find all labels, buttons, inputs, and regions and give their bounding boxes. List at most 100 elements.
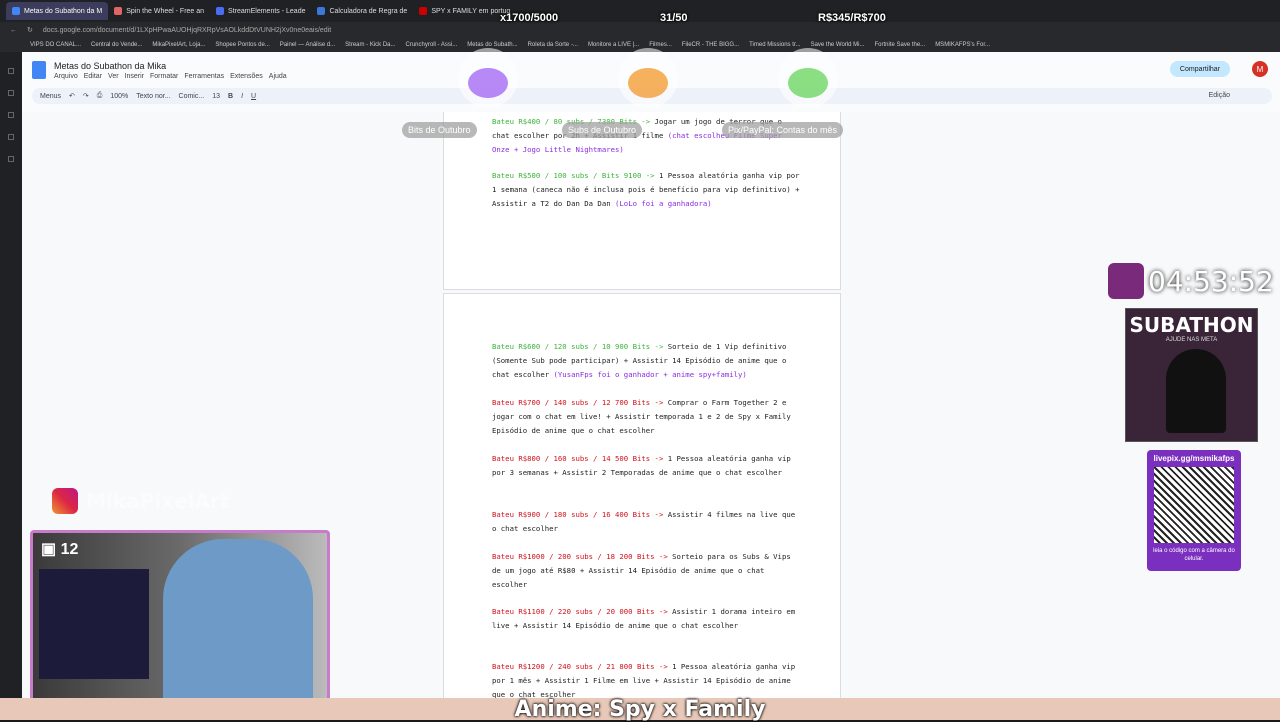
paw-progress-icon xyxy=(458,48,518,108)
doc-title[interactable]: Metas do Subathon da Mika xyxy=(54,61,287,71)
bookmark-item[interactable]: Stream - Kick Da... xyxy=(345,42,395,48)
goal-counter-value: x1700/5000 xyxy=(500,12,559,24)
menu-item[interactable]: Inserir xyxy=(125,73,144,80)
caption-bar: Anime: Spy x Family xyxy=(0,696,1280,722)
browser-tab[interactable]: Spin the Wheel - Free an xyxy=(108,2,210,20)
tab-label: SPY x FAMILY em portug xyxy=(431,7,511,15)
redo-icon[interactable]: ↷ xyxy=(83,92,89,100)
tab-favicon-icon xyxy=(419,7,428,15)
underline-button[interactable]: U xyxy=(251,93,256,100)
bookmark-item[interactable]: Timed Missions tr... xyxy=(749,42,800,48)
subathon-subtitle: AJUDE NAS META xyxy=(1165,337,1218,343)
paw-progress-icon xyxy=(618,48,678,108)
goal-paragraph: Bateu R$1200 / 240 subs / 21 800 Bits ->… xyxy=(492,660,802,698)
viewer-count-text: 12 xyxy=(60,541,79,558)
menu-item[interactable]: Editar xyxy=(84,73,102,80)
menu-item[interactable]: Arquivo xyxy=(54,73,78,80)
instagram-handle: MikaPixelArt xyxy=(52,488,229,514)
italic-button[interactable]: I xyxy=(241,93,243,100)
goal-counter-value: R$345/R$700 xyxy=(818,12,886,24)
bookmark-item[interactable]: Shopee Pontos de... xyxy=(215,42,269,48)
menu-item[interactable]: Ajuda xyxy=(269,73,287,80)
avatar[interactable]: M xyxy=(1252,61,1268,77)
bookmark-item[interactable]: Fortnite Save the... xyxy=(874,42,925,48)
sidebar-icon[interactable] xyxy=(8,134,14,140)
editing-mode-select[interactable]: Edição xyxy=(1209,92,1230,99)
instagram-icon xyxy=(52,488,78,514)
bookmark-item[interactable]: Crunchyroll - Assi... xyxy=(406,42,458,48)
bookmark-item[interactable]: MikaPixelArt, Loja... xyxy=(152,42,205,48)
goal-heading: Bateu R$1000 / 200 subs / 18 200 Bits -> xyxy=(492,552,668,561)
menu-item[interactable]: Ferramentas xyxy=(184,73,224,80)
font-select[interactable]: Comic... xyxy=(179,93,205,100)
goal-paragraph: Bateu R$600 / 120 subs / 10 900 Bits -> … xyxy=(492,340,802,382)
reload-icon[interactable]: ↻ xyxy=(27,26,33,34)
goal-heading: Bateu R$900 / 180 subs / 16 400 Bits -> xyxy=(492,510,664,519)
qr-url: livepix.gg/msmikafps xyxy=(1153,454,1235,463)
zoom-select[interactable]: 100% xyxy=(110,93,128,100)
qr-instructions: leia o código com a câmera do celular. xyxy=(1153,548,1235,562)
bookmark-item[interactable]: MSMIKAFPS's For... xyxy=(935,42,990,48)
bookmark-item[interactable]: Painel — Análise d... xyxy=(280,42,335,48)
goal-paragraph: Bateu R$1000 / 200 subs / 18 200 Bits ->… xyxy=(492,550,802,592)
address-bar[interactable]: ← ↻ docs.google.com/document/d/1LXpHPwaA… xyxy=(0,22,1280,38)
url-text[interactable]: docs.google.com/document/d/1LXpHPwaAUOHj… xyxy=(43,27,331,34)
bookmark-item[interactable]: Save the World Mi... xyxy=(811,42,865,48)
goal-counter-label: Bits de Outubro xyxy=(402,122,477,138)
sidebar-icon[interactable] xyxy=(8,90,14,96)
twitch-icon: ▣ xyxy=(41,541,61,558)
goal-heading: Bateu R$600 / 120 subs / 10 900 Bits -> xyxy=(492,342,664,351)
qr-code-icon xyxy=(1154,467,1234,543)
tab-favicon-icon xyxy=(12,7,20,15)
doc-page: Bateu R$600 / 120 subs / 10 900 Bits -> … xyxy=(443,293,841,698)
bookmark-item[interactable]: FileCR - THE BIGG... xyxy=(682,42,739,48)
menu-item[interactable]: Ver xyxy=(108,73,119,80)
goal-heading: Bateu R$1200 / 240 subs / 21 800 Bits -> xyxy=(492,662,668,671)
menu-item[interactable]: Formatar xyxy=(150,73,178,80)
bookmark-item[interactable]: VIPS DO CANAL... xyxy=(30,42,81,48)
left-sidebar xyxy=(0,52,22,698)
streamer-image xyxy=(163,539,313,699)
goal-paragraph: Bateu R$1100 / 220 subs / 20 000 Bits ->… xyxy=(492,605,802,633)
bold-button[interactable]: B xyxy=(228,93,233,100)
goal-heading: Bateu R$700 / 140 subs / 12 700 Bits -> xyxy=(492,398,664,407)
docs-logo-icon[interactable] xyxy=(32,61,46,79)
tab-label: StreamElements - Leade xyxy=(228,7,306,15)
livepix-qr-panel: livepix.gg/msmikafps leia o código com a… xyxy=(1147,450,1241,571)
subathon-panel: SUBATHON AJUDE NAS META xyxy=(1125,308,1258,442)
goal-counter-value: 31/50 xyxy=(660,12,688,24)
sidebar-icon[interactable] xyxy=(8,156,14,162)
tab-label: Calculadora de Regra de xyxy=(329,7,408,15)
tab-label: Spin the Wheel - Free an xyxy=(126,7,205,15)
menu-item[interactable]: Extensões xyxy=(230,73,263,80)
font-size-input[interactable]: 13 xyxy=(212,93,220,100)
browser-tab[interactable]: StreamElements - Leade xyxy=(210,2,311,20)
goal-heading: Bateu R$800 / 160 subs / 14 500 Bits -> xyxy=(492,454,664,463)
sidebar-icon[interactable] xyxy=(8,68,14,74)
back-icon[interactable]: ← xyxy=(10,27,17,34)
browser-tab[interactable]: Calculadora de Regra de xyxy=(311,2,413,20)
subathon-timer: 04:53:52 xyxy=(1108,262,1274,300)
bookmark-item[interactable]: Central do Vende... xyxy=(91,42,142,48)
search-menus-input[interactable]: Menus xyxy=(40,93,61,100)
menu-bar: Arquivo Editar Ver Inserir Formatar Ferrament… xyxy=(54,73,287,80)
undo-icon[interactable]: ↶ xyxy=(69,92,75,100)
bookmark-item[interactable]: Roleta da Sorte -... xyxy=(528,42,578,48)
print-icon[interactable]: ⎙ xyxy=(97,92,103,100)
viewer-count: ▣ 12 xyxy=(41,539,78,559)
goal-paragraph: Bateu R$500 / 100 subs / Bits 9100 -> 1 … xyxy=(492,169,802,211)
browser-tab[interactable]: Metas do Subathon da M xyxy=(6,2,109,20)
bookmark-item[interactable]: Monitore a LIVE |... xyxy=(588,42,639,48)
bookmark-item[interactable]: Metas do Subath... xyxy=(467,42,517,48)
style-select[interactable]: Texto nor... xyxy=(136,93,170,100)
bookmark-item[interactable]: Filmes... xyxy=(649,42,672,48)
tab-favicon-icon xyxy=(114,7,123,15)
sidebar-icon[interactable] xyxy=(8,112,14,118)
webcam-frame: ▣ 12 xyxy=(30,530,330,702)
goal-result-note: (YusanFps foi o ganhador + anime spy+fam… xyxy=(553,370,747,379)
share-button[interactable]: Compartilhar xyxy=(1169,61,1230,77)
now-watching-caption: Anime: Spy x Family xyxy=(514,696,766,722)
instagram-name: MikaPixelArt xyxy=(86,489,230,513)
black-cat-image xyxy=(1166,349,1226,433)
tab-label: Metas do Subathon da M xyxy=(24,7,103,15)
